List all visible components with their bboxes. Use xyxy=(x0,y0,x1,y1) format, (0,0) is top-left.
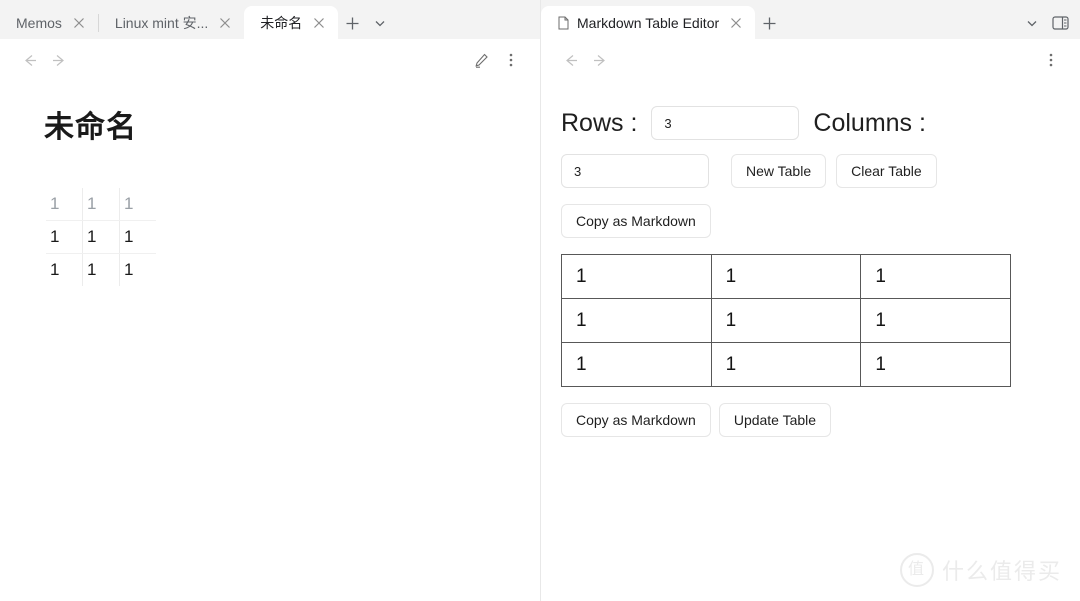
chevron-down-icon[interactable] xyxy=(366,9,394,37)
table-cell[interactable]: 1 xyxy=(561,254,712,299)
bottom-actions-row: Copy as Markdown Update Table xyxy=(561,403,1060,437)
watermark-text: 什么值得买 xyxy=(941,559,1062,584)
split-panel-icon[interactable] xyxy=(1046,9,1074,37)
rows-label: Rows : xyxy=(561,108,638,137)
browser-window: Memos Linux mint 安... 未命名 未命名 1 1 1 1 1 … xyxy=(0,0,1080,601)
copy-markdown-top-row: Copy as Markdown xyxy=(561,204,1060,238)
table-row: 1 1 1 xyxy=(561,298,1011,343)
chevron-down-icon[interactable] xyxy=(1018,9,1046,37)
close-icon[interactable] xyxy=(70,14,88,32)
forward-arrow-icon[interactable] xyxy=(585,45,615,75)
close-icon[interactable] xyxy=(216,14,234,32)
document-icon xyxy=(557,16,571,30)
table-cell: 1 xyxy=(82,220,120,254)
left-toolbar xyxy=(0,40,540,80)
tab-label: Linux mint 安... xyxy=(114,15,209,31)
table-cell: 1 xyxy=(82,188,120,221)
table-cell: 1 xyxy=(119,188,156,221)
right-tab-strip: Markdown Table Editor xyxy=(541,0,1080,40)
table-cell[interactable]: 1 xyxy=(710,254,862,299)
more-vertical-icon[interactable] xyxy=(1036,45,1066,75)
watermark: 值 什么值得买 xyxy=(899,553,1062,587)
watermark-badge: 值 xyxy=(899,553,934,587)
tab-untitled[interactable]: 未命名 xyxy=(244,6,339,40)
close-icon[interactable] xyxy=(727,14,745,32)
back-arrow-icon[interactable] xyxy=(555,45,585,75)
columns-input[interactable]: 3 xyxy=(561,154,709,188)
table-cell: 1 xyxy=(46,220,83,254)
table-cell[interactable]: 1 xyxy=(561,342,712,387)
copy-as-markdown-bottom-button[interactable]: Copy as Markdown xyxy=(561,403,711,437)
document-body: 未命名 1 1 1 1 1 1 1 1 1 xyxy=(0,80,540,286)
new-tab-button[interactable] xyxy=(755,9,783,37)
tab-memos[interactable]: Memos xyxy=(0,6,98,40)
tab-linux-mint[interactable]: Linux mint 安... xyxy=(99,6,244,40)
table-row: 1 1 1 xyxy=(46,220,156,254)
new-table-button[interactable]: New Table xyxy=(731,154,827,188)
editor-table[interactable]: 1 1 1 1 1 1 1 1 1 xyxy=(561,254,1011,387)
clear-table-button[interactable]: Clear Table xyxy=(836,154,937,188)
right-toolbar xyxy=(541,40,1080,80)
markdown-table-editor: Rows : 3 Columns : 3 New Table Clear Tab… xyxy=(541,80,1080,437)
tab-label: Markdown Table Editor xyxy=(577,15,720,31)
table-cell[interactable]: 1 xyxy=(860,254,1011,299)
table-row: 1 1 1 xyxy=(46,188,156,221)
forward-arrow-icon[interactable] xyxy=(44,45,74,75)
update-table-button[interactable]: Update Table xyxy=(718,403,832,437)
table-cell: 1 xyxy=(46,253,83,286)
rows-columns-line: Rows : 3 Columns : xyxy=(561,106,1060,140)
right-browser-panel: Markdown Table Editor Rows: 3 Columns:… xyxy=(540,0,1080,601)
left-tab-strip: Memos Linux mint 安... 未命名 xyxy=(0,0,540,40)
table-cell[interactable]: 1 xyxy=(860,342,1011,387)
table-cell[interactable]: 1 xyxy=(860,298,1011,343)
table-cell: 1 xyxy=(46,188,83,221)
table-row: 1 1 1 xyxy=(46,253,156,286)
table-cell[interactable]: 1 xyxy=(561,298,712,343)
close-icon[interactable] xyxy=(310,14,328,32)
back-arrow-icon[interactable] xyxy=(14,45,44,75)
copy-as-markdown-top-button[interactable]: Copy as Markdown xyxy=(561,204,711,238)
rows-input[interactable]: 3 xyxy=(651,106,800,140)
table-cell[interactable]: 1 xyxy=(710,298,862,343)
table-cell: 1 xyxy=(119,220,156,254)
table-row: 1 1 1 xyxy=(561,254,1011,299)
left-browser-panel: Memos Linux mint 安... 未命名 未命名 1 1 1 1 1 … xyxy=(0,0,540,601)
columns-controls-row: 3 New Table Clear Table xyxy=(561,154,1060,188)
columns-label: Columns : xyxy=(813,108,926,137)
new-tab-button[interactable] xyxy=(338,9,366,37)
table-cell: 1 xyxy=(82,253,120,286)
pencil-icon[interactable] xyxy=(466,45,496,75)
table-cell: 1 xyxy=(124,260,134,279)
memo-table: 1 1 1 1 1 1 1 1 1 xyxy=(46,188,156,286)
table-row: 1 1 1 xyxy=(561,342,1011,387)
tab-label: Memos xyxy=(16,15,62,31)
more-vertical-icon[interactable] xyxy=(496,45,526,75)
page-title: 未命名 xyxy=(44,111,137,144)
tab-label: 未命名 xyxy=(260,15,303,31)
tab-markdown-table-editor[interactable]: Markdown Table Editor xyxy=(541,6,756,40)
table-cell[interactable]: 1 xyxy=(710,342,862,387)
